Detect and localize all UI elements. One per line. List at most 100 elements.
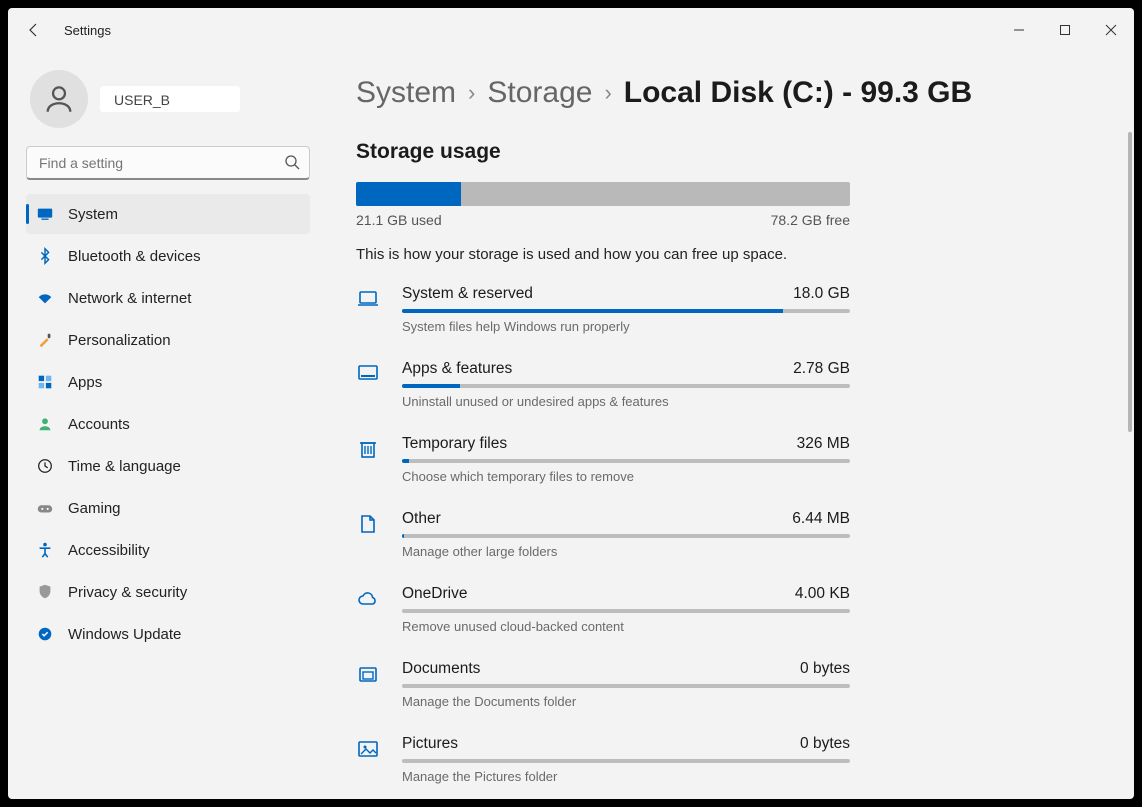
sidebar-item-wifi[interactable]: Network & internet	[26, 278, 310, 318]
category-apps2[interactable]: Apps & features 2.78 GB Uninstall unused…	[356, 360, 850, 409]
back-button[interactable]	[22, 18, 46, 42]
category-bar	[402, 534, 850, 538]
category-size: 4.00 KB	[795, 585, 850, 603]
category-name: Apps & features	[402, 360, 512, 378]
sidebar-item-label: Privacy & security	[68, 584, 187, 601]
laptop-icon	[356, 285, 382, 334]
category-bar	[402, 609, 850, 613]
scrollbar[interactable]	[1128, 132, 1132, 432]
used-label: 21.1 GB used	[356, 212, 442, 228]
sidebar-item-label: Accessibility	[68, 542, 150, 559]
category-bar	[402, 684, 850, 688]
category-name: Temporary files	[402, 435, 507, 453]
storage-usage-fill	[356, 182, 461, 206]
category-body: Pictures 0 bytes Manage the Pictures fol…	[402, 735, 850, 784]
sidebar-item-label: Time & language	[68, 458, 181, 475]
category-size: 2.78 GB	[793, 360, 850, 378]
username: USER_B	[114, 92, 226, 108]
category-desc: Remove unused cloud-backed content	[402, 619, 850, 634]
usage-labels: 21.1 GB used 78.2 GB free	[356, 212, 850, 228]
breadcrumb-system[interactable]: System	[356, 76, 456, 110]
sidebar-item-account[interactable]: Accounts	[26, 404, 310, 444]
close-button[interactable]	[1088, 8, 1134, 52]
category-desc: Manage the Documents folder	[402, 694, 850, 709]
category-fill	[402, 459, 409, 463]
category-desc: Uninstall unused or undesired apps & fea…	[402, 394, 850, 409]
category-cloud[interactable]: OneDrive 4.00 KB Remove unused cloud-bac…	[356, 585, 850, 634]
category-laptop[interactable]: System & reserved 18.0 GB System files h…	[356, 285, 850, 334]
category-desc: System files help Windows run properly	[402, 319, 850, 334]
category-docs[interactable]: Documents 0 bytes Manage the Documents f…	[356, 660, 850, 709]
sidebar-item-shield[interactable]: Privacy & security	[26, 572, 310, 612]
user-row[interactable]: USER_B	[26, 64, 310, 146]
apps2-icon	[356, 360, 382, 409]
search-wrap	[26, 146, 310, 180]
sidebar-item-bluetooth[interactable]: Bluetooth & devices	[26, 236, 310, 276]
category-size: 326 MB	[797, 435, 850, 453]
category-name: Other	[402, 510, 441, 528]
sidebar-item-update[interactable]: Windows Update	[26, 614, 310, 654]
sidebar-item-accessibility[interactable]: Accessibility	[26, 530, 310, 570]
category-trash[interactable]: Temporary files 326 MB Choose which temp…	[356, 435, 850, 484]
sidebar: USER_B System Bluetooth & devices Network …	[8, 52, 328, 799]
category-body: Documents 0 bytes Manage the Documents f…	[402, 660, 850, 709]
category-other[interactable]: Other 6.44 MB Manage other large folders	[356, 510, 850, 559]
category-name: OneDrive	[402, 585, 467, 603]
system-icon	[36, 205, 54, 223]
username-box: USER_B	[100, 86, 240, 112]
breadcrumb: System › Storage › Local Disk (C:) - 99.…	[356, 76, 1086, 110]
cloud-icon	[356, 585, 382, 634]
settings-window: Settings USER_B	[8, 8, 1134, 799]
category-desc: Manage other large folders	[402, 544, 850, 559]
wifi-icon	[36, 289, 54, 307]
maximize-button[interactable]	[1042, 8, 1088, 52]
sidebar-item-apps[interactable]: Apps	[26, 362, 310, 402]
category-size: 6.44 MB	[792, 510, 850, 528]
other-icon	[356, 510, 382, 559]
chevron-right-icon: ›	[468, 80, 475, 106]
category-desc: Manage the Pictures folder	[402, 769, 850, 784]
pictures-icon	[356, 735, 382, 784]
minimize-button[interactable]	[996, 8, 1042, 52]
sidebar-item-label: Accounts	[68, 416, 130, 433]
window-controls	[996, 8, 1134, 52]
storage-usage-bar	[356, 182, 850, 206]
category-fill	[402, 309, 783, 313]
category-name: Documents	[402, 660, 480, 678]
category-body: Other 6.44 MB Manage other large folders	[402, 510, 850, 559]
category-body: OneDrive 4.00 KB Remove unused cloud-bac…	[402, 585, 850, 634]
gaming-icon	[36, 499, 54, 517]
main-content: System › Storage › Local Disk (C:) - 99.…	[328, 52, 1134, 799]
bluetooth-icon	[36, 247, 54, 265]
category-size: 0 bytes	[800, 660, 850, 678]
search-input[interactable]	[26, 146, 310, 180]
sidebar-item-brush[interactable]: Personalization	[26, 320, 310, 360]
sidebar-item-label: Windows Update	[68, 626, 181, 643]
apps-icon	[36, 373, 54, 391]
sidebar-item-label: Bluetooth & devices	[68, 248, 201, 265]
category-pictures[interactable]: Pictures 0 bytes Manage the Pictures fol…	[356, 735, 850, 784]
docs-icon	[356, 660, 382, 709]
category-fill	[402, 384, 460, 388]
sidebar-item-gaming[interactable]: Gaming	[26, 488, 310, 528]
sidebar-item-system[interactable]: System	[26, 194, 310, 234]
category-desc: Choose which temporary files to remove	[402, 469, 850, 484]
chevron-right-icon: ›	[604, 80, 611, 106]
free-label: 78.2 GB free	[771, 212, 850, 228]
category-body: Apps & features 2.78 GB Uninstall unused…	[402, 360, 850, 409]
breadcrumb-storage[interactable]: Storage	[487, 76, 592, 110]
time-icon	[36, 457, 54, 475]
sidebar-item-label: Personalization	[68, 332, 171, 349]
account-icon	[36, 415, 54, 433]
update-icon	[36, 625, 54, 643]
category-size: 0 bytes	[800, 735, 850, 753]
category-bar	[402, 759, 850, 763]
app-title: Settings	[64, 23, 111, 38]
sidebar-item-time[interactable]: Time & language	[26, 446, 310, 486]
category-bar	[402, 384, 850, 388]
sidebar-item-label: Network & internet	[68, 290, 191, 307]
titlebar: Settings	[8, 8, 1134, 52]
body: USER_B System Bluetooth & devices Network …	[8, 52, 1134, 799]
category-name: Pictures	[402, 735, 458, 753]
category-bar	[402, 459, 850, 463]
